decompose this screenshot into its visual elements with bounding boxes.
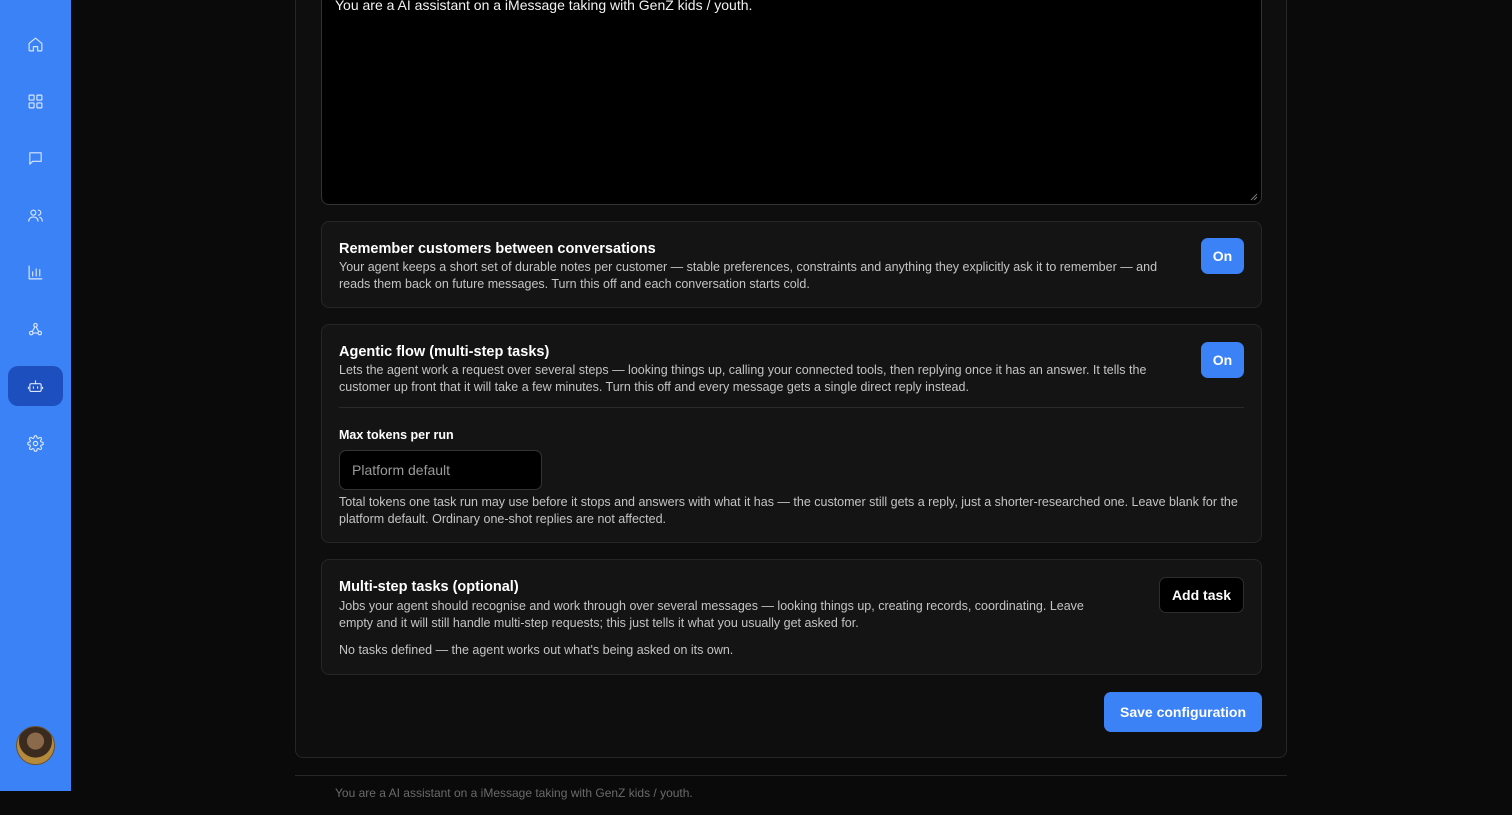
- message-icon: [29, 151, 42, 165]
- nav-settings[interactable]: [8, 423, 63, 463]
- users-icon: [28, 209, 43, 222]
- save-configuration-button[interactable]: Save configuration: [1104, 692, 1262, 732]
- gear-icon: [27, 434, 44, 452]
- system-prompt-text: You are a AI assistant on a iMessage tak…: [335, 0, 753, 13]
- nav-customers[interactable]: [8, 195, 63, 235]
- nav-dashboard[interactable]: [8, 81, 63, 121]
- tasks-description: Jobs your agent should recognise and wor…: [339, 599, 1084, 630]
- memory-description: Your agent keeps a short set of durable …: [339, 260, 1158, 291]
- bar-chart-icon: [28, 265, 43, 279]
- add-task-button[interactable]: Add task: [1159, 577, 1244, 613]
- max-tokens-label: Max tokens per run: [339, 428, 454, 442]
- agentic-toggle[interactable]: On: [1201, 342, 1244, 378]
- sidebar: [0, 0, 71, 791]
- nav-conversations[interactable]: [8, 138, 63, 178]
- home-icon: [28, 37, 43, 51]
- memory-toggle[interactable]: On: [1201, 238, 1244, 274]
- tasks-empty-text: No tasks defined — the agent works out w…: [339, 643, 734, 657]
- nav-agent[interactable]: [8, 366, 63, 406]
- webhook-icon: [28, 322, 43, 335]
- max-tokens-input[interactable]: [339, 450, 542, 490]
- nav-integrations[interactable]: [8, 309, 63, 349]
- tasks-card: Multi-step tasks (optional) Jobs your ag…: [321, 559, 1262, 675]
- bot-icon: [27, 379, 44, 392]
- system-prompt-textarea[interactable]: You are a AI assistant on a iMessage tak…: [321, 0, 1262, 205]
- dashboard-icon: [28, 94, 43, 108]
- agentic-flow-card: Agentic flow (multi-step tasks) Lets the…: [321, 324, 1262, 543]
- resize-handle-icon[interactable]: [1250, 193, 1258, 201]
- memory-title: Remember customers between conversations: [339, 241, 656, 257]
- avatar[interactable]: [16, 726, 55, 765]
- nav-analytics[interactable]: [8, 252, 63, 292]
- nav-home[interactable]: [8, 24, 63, 64]
- memory-card: Remember customers between conversations…: [321, 221, 1262, 308]
- next-section-peek: You are a AI assistant on a iMessage tak…: [335, 786, 693, 800]
- max-tokens-help: Total tokens one task run may use before…: [339, 495, 1238, 526]
- agentic-description: Lets the agent work a request over sever…: [339, 363, 1147, 394]
- divider: [339, 407, 1244, 408]
- agentic-title: Agentic flow (multi-step tasks): [339, 344, 550, 360]
- tasks-title: Multi-step tasks (optional): [339, 579, 519, 595]
